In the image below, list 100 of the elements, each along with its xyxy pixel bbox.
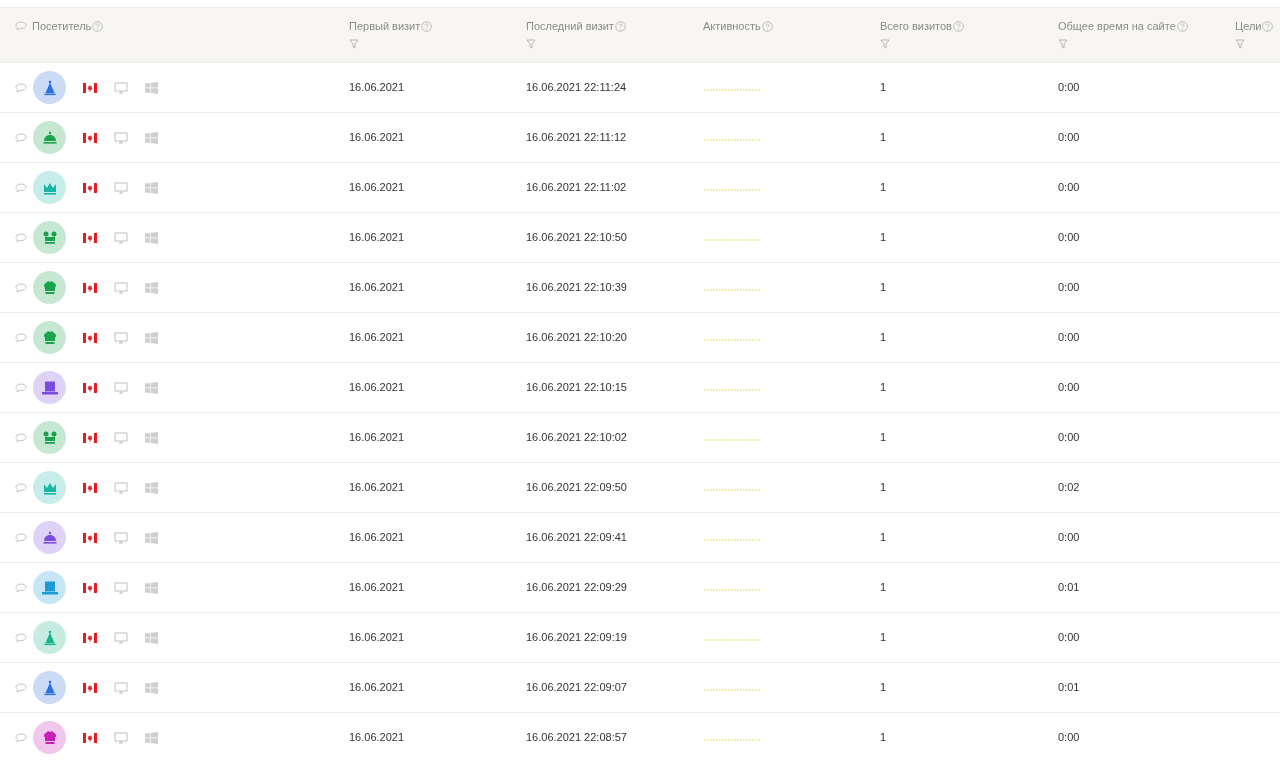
time-on-site: 0:00 xyxy=(1058,231,1080,244)
first-visit-date: 16.06.2021 xyxy=(349,131,405,144)
first-visit-date: 16.06.2021 xyxy=(349,281,405,294)
visit-count: 1 xyxy=(880,131,887,144)
windows-logo-icon xyxy=(145,181,158,194)
comment-icon[interactable] xyxy=(15,432,27,443)
activity-sparkline xyxy=(703,538,761,542)
visit-count: 1 xyxy=(880,731,887,744)
maple-leaf-flag-icon xyxy=(83,632,97,643)
first-visit-date: 16.06.2021 xyxy=(349,631,405,644)
first-visit-date: 16.06.2021 xyxy=(349,681,405,694)
windows-logo-icon xyxy=(145,581,158,594)
time-on-site: 0:00 xyxy=(1058,81,1080,94)
comment-icon[interactable] xyxy=(15,282,27,293)
comment-icon[interactable] xyxy=(15,632,27,643)
visit-count: 1 xyxy=(880,181,887,194)
time-on-site: 0:00 xyxy=(1058,531,1080,544)
column-header[interactable]: Первый визит xyxy=(349,18,421,35)
time-on-site: 0:01 xyxy=(1058,681,1080,694)
monitor-icon xyxy=(114,681,128,694)
maple-leaf-flag-icon xyxy=(83,332,97,343)
windows-logo-icon xyxy=(145,231,158,244)
last-visit-time: 16.06.2021 22:08:57 xyxy=(526,731,627,744)
time-on-site: 0:01 xyxy=(1058,581,1080,594)
windows-logo-icon xyxy=(145,631,158,644)
monitor-icon xyxy=(114,481,128,494)
comment-icon[interactable] xyxy=(15,82,27,93)
comment-icon[interactable] xyxy=(15,132,27,143)
windows-logo-icon xyxy=(145,131,158,144)
help-icon[interactable] xyxy=(614,20,626,32)
time-on-site: 0:00 xyxy=(1058,731,1080,744)
monitor-icon xyxy=(114,231,128,244)
monitor-icon xyxy=(114,381,128,394)
monitor-icon xyxy=(114,431,128,444)
comment-icon[interactable] xyxy=(15,182,27,193)
column-header[interactable]: Цели xyxy=(1235,18,1262,35)
visit-count: 1 xyxy=(880,331,887,344)
time-on-site: 0:00 xyxy=(1058,331,1080,344)
column-header[interactable]: Последний визит xyxy=(526,18,614,35)
help-icon[interactable] xyxy=(421,20,433,32)
last-visit-time: 16.06.2021 22:09:19 xyxy=(526,631,627,644)
visit-count: 1 xyxy=(880,531,887,544)
activity-sparkline xyxy=(703,438,761,442)
monitor-icon xyxy=(114,581,128,594)
comment-icon[interactable] xyxy=(15,21,27,32)
first-visit-date: 16.06.2021 xyxy=(349,331,405,344)
activity-sparkline xyxy=(703,288,761,292)
last-visit-time: 16.06.2021 22:10:39 xyxy=(526,281,627,294)
maple-leaf-flag-icon xyxy=(83,732,97,743)
windows-logo-icon xyxy=(145,481,158,494)
maple-leaf-flag-icon xyxy=(83,532,97,543)
visit-count: 1 xyxy=(880,431,887,444)
activity-sparkline xyxy=(703,738,761,742)
visit-count: 1 xyxy=(880,631,887,644)
last-visit-time: 16.06.2021 22:11:24 xyxy=(526,81,627,94)
maple-leaf-flag-icon xyxy=(83,582,97,593)
comment-icon[interactable] xyxy=(15,582,27,593)
comment-icon[interactable] xyxy=(15,332,27,343)
last-visit-time: 16.06.2021 22:10:15 xyxy=(526,381,627,394)
activity-sparkline xyxy=(703,638,761,642)
time-on-site: 0:00 xyxy=(1058,381,1080,394)
last-visit-time: 16.06.2021 22:10:50 xyxy=(526,231,627,244)
comment-icon[interactable] xyxy=(15,482,27,493)
last-visit-time: 16.06.2021 22:10:02 xyxy=(526,431,627,444)
column-header[interactable]: Посетитель xyxy=(32,18,92,35)
last-visit-time: 16.06.2021 22:09:07 xyxy=(526,681,627,694)
help-icon[interactable] xyxy=(92,20,104,32)
monitor-icon xyxy=(114,131,128,144)
activity-sparkline xyxy=(703,688,761,692)
last-visit-time: 16.06.2021 22:11:02 xyxy=(526,181,627,194)
activity-sparkline xyxy=(703,488,761,492)
filter-icon[interactable] xyxy=(1235,38,1245,49)
column-header[interactable]: Общее время на сайте xyxy=(1058,18,1176,35)
help-icon[interactable] xyxy=(1262,20,1274,32)
column-header[interactable]: Активность xyxy=(703,18,761,35)
help-icon[interactable] xyxy=(952,20,964,32)
visit-count: 1 xyxy=(880,481,887,494)
monitor-icon xyxy=(114,281,128,294)
help-icon[interactable] xyxy=(1176,20,1188,32)
comment-icon[interactable] xyxy=(15,532,27,543)
column-header[interactable]: Всего визитов xyxy=(880,18,952,35)
comment-icon[interactable] xyxy=(15,382,27,393)
filter-icon[interactable] xyxy=(880,38,890,49)
visit-count: 1 xyxy=(880,281,887,294)
time-on-site: 0:00 xyxy=(1058,131,1080,144)
windows-logo-icon xyxy=(145,531,158,544)
activity-sparkline xyxy=(703,188,761,192)
maple-leaf-flag-icon xyxy=(83,182,97,193)
time-on-site: 0:00 xyxy=(1058,281,1080,294)
first-visit-date: 16.06.2021 xyxy=(349,581,405,594)
comment-icon[interactable] xyxy=(15,732,27,743)
filter-icon[interactable] xyxy=(526,38,536,49)
maple-leaf-flag-icon xyxy=(83,82,97,93)
time-on-site: 0:00 xyxy=(1058,181,1080,194)
comment-icon[interactable] xyxy=(15,682,27,693)
comment-icon[interactable] xyxy=(15,232,27,243)
filter-icon[interactable] xyxy=(349,38,359,49)
filter-icon[interactable] xyxy=(1058,38,1068,49)
help-icon[interactable] xyxy=(761,20,773,32)
monitor-icon xyxy=(114,331,128,344)
